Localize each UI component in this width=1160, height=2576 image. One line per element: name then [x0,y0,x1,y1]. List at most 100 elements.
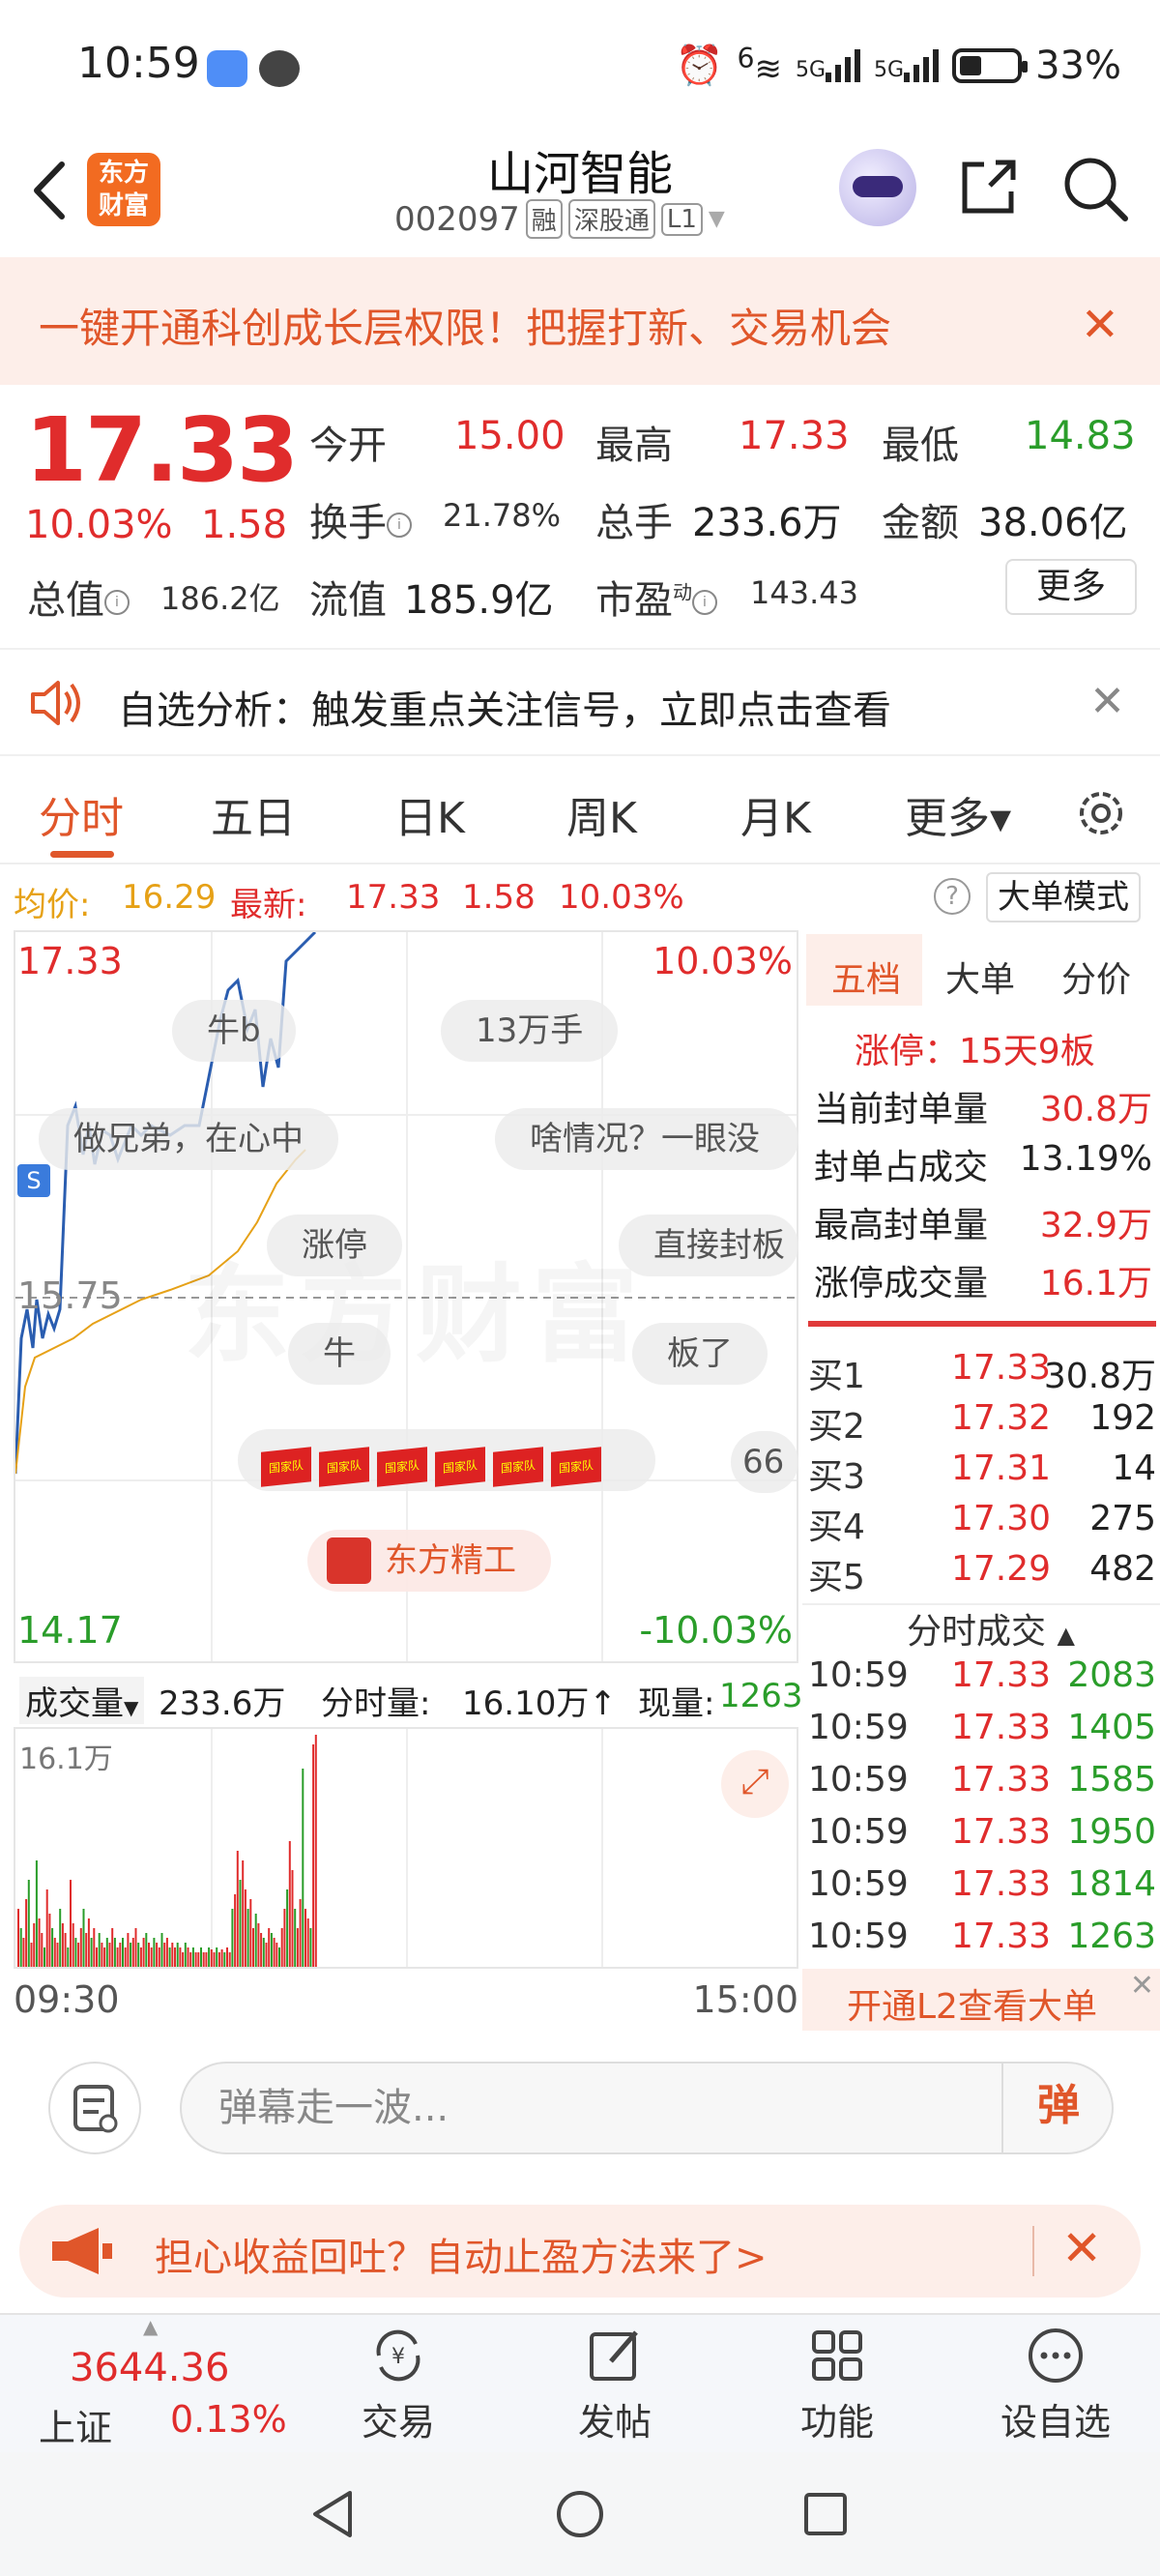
tab-more[interactable]: 更多▾ [905,783,1011,845]
volume-bar [194,1952,197,1967]
volume-bar [96,1947,98,1967]
danmu-bubble[interactable]: 13万手 [441,1000,619,1062]
danmu-bubble[interactable]: 66 [731,1431,798,1493]
big-order-mode-button[interactable]: 大单模式 [986,872,1141,922]
ticks-header[interactable]: 分时成交 ▲ [907,1603,1075,1654]
quote-panel: 17.33 10.03% 1.58 今开 15.00 最高 17.33 最低 1… [0,385,1160,648]
connect-tag: 深股通 [567,199,655,239]
volume-bar [74,1938,77,1967]
volume-bar [101,1943,103,1967]
promo-text: 担心收益回吐？自动止盈方法来了> [155,2236,768,2280]
volume-bar [223,1952,226,1967]
volume-bar [168,1947,171,1967]
pct-axis-bottom: -10.03% [639,1609,793,1652]
danmu-send-button[interactable]: 弹 [1001,2062,1114,2154]
battery-percent: 33% [1035,43,1121,88]
tab-daily-k[interactable]: 日K [394,783,465,845]
l2-upgrade-button[interactable]: 开通L2查看大单 ✕ [802,1969,1160,2031]
nav-functions-label: 功能 [799,2401,874,2444]
bid-label: 买5 [808,1558,865,1597]
danmu-bubble[interactable]: 做兄弟，在心中 [39,1108,338,1170]
pe-label-text: 市盈 [595,578,673,623]
volume-bar [242,1860,245,1967]
alarm-icon: ⏰ [675,44,724,89]
volume-bar [171,1943,174,1967]
notice-close-icon[interactable]: ✕ [1089,677,1125,726]
grid-icon [812,2330,862,2381]
volume-bar [246,1909,249,1967]
bid-price: 17.33 [951,1348,1052,1388]
volume-indicator-select[interactable]: 成交量▼ [19,1677,145,1724]
nav-add-watchlist[interactable]: 设自选 [978,2325,1133,2445]
volume-header: 成交量▼ 233.6万 分时量: 16.10万↑ 现量: 1263 [14,1665,803,1727]
info-icon[interactable]: i [387,512,412,538]
promo-banner[interactable]: 一键开通科创成长层权限！把握打新、交易机会 ✕ [0,257,1160,385]
system-home-icon[interactable] [553,2487,607,2541]
danmu-bubble[interactable]: 涨停 [267,1215,402,1276]
more-quote-button[interactable]: 更多 [1005,559,1137,615]
info-icon[interactable]: i [104,590,130,615]
index-name: 上证 [39,2407,113,2449]
tab-weekly-k[interactable]: 周K [566,783,637,845]
signal-s-icon[interactable]: S [17,1164,50,1197]
settings-gear-icon[interactable] [1073,785,1129,841]
tab-five-day[interactable]: 五日 [211,783,296,845]
volume-bar [90,1938,93,1967]
rtab-price-dist[interactable]: 分价 [1061,951,1131,1002]
dropdown-caret-icon: ▼ [708,207,725,231]
last-price: 17.33 [346,878,441,917]
share-icon[interactable] [957,157,1019,219]
rtab-big-order[interactable]: 大单 [945,951,1015,1002]
volume-bar [59,1909,62,1967]
volume-bar [260,1933,263,1967]
rtab-five-levels[interactable]: 五档 [831,951,901,1002]
danmu-flags[interactable]: 国家队 国家队 国家队 国家队 国家队 国家队 [238,1429,655,1491]
volume-bar [160,1933,163,1967]
stat-value: 16.1万 [1039,1264,1152,1303]
danmu-bubble[interactable]: 啥情况？一眼没 [495,1108,798,1170]
danmu-bubble[interactable]: 牛 [288,1323,391,1385]
danmu-bubble[interactable]: 板了 [632,1323,768,1385]
tab-monthly-k[interactable]: 月K [740,783,811,845]
volume-bar [122,1938,124,1967]
tick-time: 10:59 [808,1917,909,1956]
stat-row: 涨停成交量 16.1万 [814,1255,1152,1305]
expand-icon[interactable]: ⤢ [721,1750,789,1818]
analysis-notice[interactable]: 自选分析：触发重点关注信号，立即点击查看 ✕ [0,648,1160,756]
last-change: 1.58 [462,878,536,917]
nav-trade[interactable]: ¥ 交易 [321,2325,476,2445]
volume-chart[interactable]: 16.1万 ⤢ [14,1727,798,1969]
danmu-input[interactable]: 弹幕走一波... [180,2062,1114,2154]
profit-promo-banner[interactable]: 担心收益回吐？自动止盈方法来了> ✕ [19,2205,1141,2298]
volume-bar [25,1899,28,1967]
danmu-bubble[interactable]: 直接封板 [619,1215,798,1276]
search-icon[interactable] [1061,155,1129,222]
bid-label: 买4 [808,1508,865,1547]
tick-qty: 1405 [1067,1708,1156,1747]
volume-bar [191,1947,194,1967]
system-recents-icon[interactable] [798,2487,853,2541]
nav-post[interactable]: 发帖 [537,2325,692,2445]
volume-bar [265,1943,268,1967]
volume-bar [153,1938,156,1967]
comment-list-icon[interactable] [48,2062,141,2154]
battery-icon [952,47,1029,83]
promo-close-icon[interactable]: ✕ [1061,2220,1102,2276]
nav-functions[interactable]: 功能 [760,2325,914,2445]
danmu-bubble[interactable]: 牛b [172,1000,296,1062]
danmu-bubble[interactable]: 东方精工 [307,1530,551,1592]
stock-code-line[interactable]: 002097 融 深股通 L1 ▼ [394,199,725,239]
ai-assistant-icon[interactable] [839,149,916,226]
l2-close-icon[interactable]: ✕ [1130,1969,1154,2003]
system-nav [0,2452,1160,2576]
tab-intraday[interactable]: 分时 [39,783,124,845]
banner-close-icon[interactable]: ✕ [1081,298,1119,352]
index-ticker[interactable]: ▲ 3644.36 上证 0.13% [19,2315,309,2454]
volume-bar [239,1880,242,1967]
bid-label: 买3 [808,1457,865,1497]
help-icon[interactable]: ? [934,878,971,915]
system-back-icon[interactable] [305,2487,360,2541]
info-icon[interactable]: i [692,590,717,615]
tick-price: 17.33 [951,1864,1052,1904]
volume-bar [93,1928,96,1967]
